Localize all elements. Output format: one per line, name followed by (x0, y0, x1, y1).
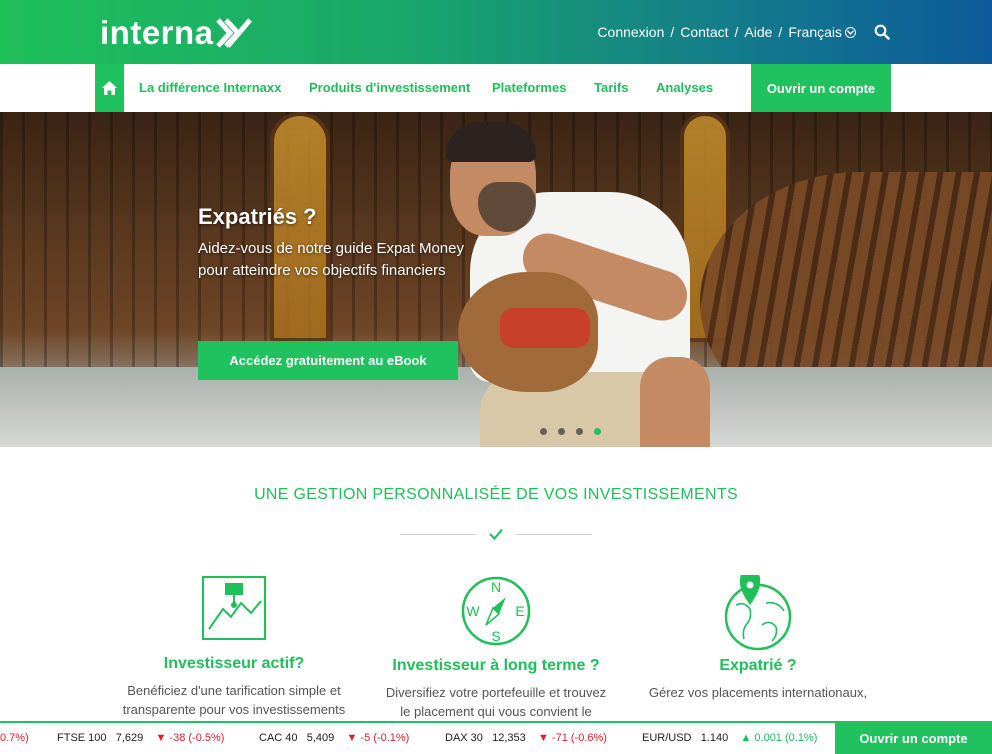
svg-text:E: E (515, 603, 524, 619)
hero-title: Expatriés ? (198, 204, 317, 229)
ticker-item: DAX 30 12,353 ▼ -71 (-0.6%) (445, 732, 607, 744)
ticker-name: CAC 40 (259, 732, 298, 744)
separator: / (670, 24, 675, 40)
ticker-change: ▼ -71 (-0.6%) (537, 732, 607, 744)
language-label: Français (788, 24, 842, 40)
main-nav: La différence Internaxx Produits d'inves… (0, 64, 992, 112)
carousel-dot-active[interactable] (594, 428, 601, 435)
ticker-name: DAX 30 (445, 732, 483, 744)
feature-text: Benéficiez d'une tarification simple et … (104, 681, 364, 719)
nav-item-pricing[interactable]: Tarifs (594, 64, 628, 112)
feature-text-line: transparente pour vos investissements (122, 702, 346, 717)
login-link[interactable]: Connexion (597, 24, 664, 40)
feature-title: Investisseur actif? (163, 655, 305, 672)
hero-subtitle-line: pour atteindre vos objectifs financiers (198, 262, 446, 279)
search-icon[interactable] (874, 24, 890, 40)
feature-text: Diversifiez votre portefeuille et trouve… (366, 683, 626, 721)
top-header: interna Connexion / Contact / Aide / Fra… (0, 0, 992, 64)
section-divider (400, 525, 592, 545)
feature-text-line: Gérez vos placements internationaux, (648, 685, 868, 700)
hero-photo-dog (500, 308, 590, 348)
divider-line (400, 534, 476, 535)
open-account-button[interactable]: Ouvrir un compte (751, 64, 891, 112)
svg-text:W: W (466, 603, 480, 619)
check-icon (489, 528, 503, 540)
help-link[interactable]: Aide (744, 24, 772, 40)
ticker-open-account-button[interactable]: Ouvrir un compte (835, 721, 992, 754)
ticker-item: CAC 40 5,409 ▼ -5 (-0.1%) (259, 732, 409, 744)
ticker-value: 1.140 (700, 732, 729, 744)
ebook-button[interactable]: Accédez gratuitement au eBook (198, 341, 458, 380)
ticker-value: 12,353 (492, 732, 526, 744)
feature-text-line: Diversifiez votre portefeuille et trouve… (385, 685, 607, 700)
ticker-name: EUR/USD (642, 732, 692, 744)
chart-icon (202, 576, 266, 640)
home-icon (102, 81, 117, 95)
logo-text: interna (100, 14, 214, 51)
language-selector[interactable]: Français (788, 24, 856, 40)
ticker-partial: 0.7%) (0, 732, 29, 744)
feature-text-line: Benéficiez d'une tarification simple et (127, 683, 341, 698)
section-title: UNE GESTION PERSONNALISÉE DE VOS INVESTI… (254, 486, 738, 503)
ticker-value: 7,629 (115, 732, 144, 744)
feature-active-investor: Investisseur actif? Benéficiez d'une tar… (104, 575, 364, 719)
svg-text:N: N (491, 579, 501, 595)
logo-xx-mark (215, 16, 252, 50)
feature-text: Gérez vos placements internationaux, (628, 683, 888, 702)
carousel-dot[interactable] (540, 428, 547, 435)
carousel-dots (540, 428, 601, 435)
carousel-dot[interactable] (576, 428, 583, 435)
nav-item-products[interactable]: Produits d'investissement (309, 64, 470, 112)
market-ticker: 0.7%) FTSE 100 7,629 ▼ -38 (-0.5%) CAC 4… (0, 721, 992, 754)
home-button[interactable] (95, 64, 124, 112)
globe-pin-icon (724, 575, 792, 651)
ticker-change: ▼ -38 (-0.5%) (155, 732, 225, 744)
ticker-change: ▼ -5 (-0.1%) (346, 732, 410, 744)
ticker-value: 5,409 (306, 732, 335, 744)
nav-item-analyses[interactable]: Analyses (656, 64, 713, 112)
divider-line (516, 534, 592, 535)
feature-title: Expatrié ? (719, 657, 797, 674)
hero-banner: Expatriés ? Aidez-vous de notre guide Ex… (0, 112, 992, 447)
top-links: Connexion / Contact / Aide / Français (597, 0, 992, 64)
hero-subtitle-line: Aidez-vous de notre guide Expat Money (198, 240, 464, 257)
chevron-circle-icon (845, 26, 856, 38)
nav-item-platforms[interactable]: Plateformes (492, 64, 566, 112)
ticker-name: FTSE 100 (57, 732, 107, 744)
feature-title: Investisseur à long terme ? (392, 657, 600, 674)
contact-link[interactable]: Contact (680, 24, 728, 40)
hero-subtitle: Aidez-vous de notre guide Expat Money po… (198, 238, 498, 282)
feature-long-term-investor: N S W E Investisseur à long terme ? Dive… (366, 575, 626, 721)
svg-text:S: S (491, 628, 500, 644)
hero-photo-person (446, 122, 536, 162)
separator: / (734, 24, 739, 40)
separator: / (778, 24, 783, 40)
internaxx-logo[interactable]: interna (100, 14, 252, 52)
ticker-item: FTSE 100 7,629 ▼ -38 (-0.5%) (57, 732, 224, 744)
feature-expatriate: Expatrié ? Gérez vos placements internat… (628, 575, 888, 702)
nav-item-difference[interactable]: La différence Internaxx (139, 64, 281, 112)
ticker-item: EUR/USD 1.140 ▲ 0.001 (0.1%) (642, 732, 817, 744)
ticker-change: ▲ 0.001 (0.1%) (740, 732, 818, 744)
compass-icon: N S W E (461, 576, 531, 646)
feature-text-line: le placement qui vous convient le (400, 704, 592, 719)
hero-photo-person (640, 357, 710, 447)
carousel-dot[interactable] (558, 428, 565, 435)
